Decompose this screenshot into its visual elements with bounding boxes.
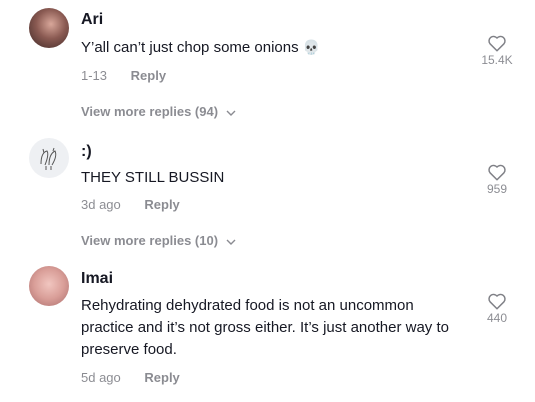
comment-text: THEY STILL BUSSIN bbox=[81, 169, 225, 186]
reply-button[interactable]: Reply bbox=[131, 68, 166, 83]
comment-date: 5d ago bbox=[81, 370, 121, 385]
comment-meta: 3d ago Reply bbox=[81, 197, 180, 212]
chevron-down-icon bbox=[226, 239, 236, 245]
view-more-replies-label: View more replies (94) bbox=[81, 104, 219, 119]
like-group: 440 bbox=[477, 292, 517, 325]
avatar[interactable] bbox=[29, 8, 69, 48]
flower-drawing-icon bbox=[40, 147, 57, 170]
comment-text-line: practice and it’s not gross either. It’s… bbox=[81, 319, 449, 336]
like-group: 15.4K bbox=[477, 34, 517, 67]
like-count: 440 bbox=[486, 311, 508, 325]
comment-text-line: Rehydrating dehydrated food is not an un… bbox=[81, 297, 414, 314]
comment-date: 1-13 bbox=[81, 68, 108, 83]
comment-author[interactable]: :) bbox=[81, 143, 92, 161]
avatar[interactable] bbox=[29, 138, 69, 178]
comment-text: Y’all can’t just chop some onions 💀 bbox=[81, 36, 320, 59]
reply-button[interactable]: Reply bbox=[144, 370, 179, 385]
comment-text: Rehydrating dehydrated food is not an un… bbox=[81, 295, 449, 361]
view-more-replies[interactable]: View more replies (10) bbox=[81, 233, 236, 248]
comment-text-line: preserve food. bbox=[81, 341, 177, 358]
view-more-replies[interactable]: View more replies (94) bbox=[81, 104, 236, 119]
heart-icon[interactable] bbox=[487, 163, 507, 181]
reply-button[interactable]: Reply bbox=[144, 197, 179, 212]
heart-icon[interactable] bbox=[487, 34, 507, 52]
chevron-down-icon bbox=[226, 110, 236, 116]
view-more-replies-label: View more replies (10) bbox=[81, 233, 219, 248]
heart-icon[interactable] bbox=[487, 292, 507, 310]
comment-author[interactable]: Ari bbox=[81, 11, 103, 29]
comment-author[interactable]: Imai bbox=[81, 270, 113, 288]
like-count: 959 bbox=[486, 182, 508, 196]
comment-meta: 5d ago Reply bbox=[81, 370, 180, 385]
avatar[interactable] bbox=[29, 266, 69, 306]
comment-text-body: Y’all can’t just chop some onions bbox=[81, 39, 299, 56]
skull-emoji: 💀 bbox=[302, 39, 321, 55]
like-group: 959 bbox=[477, 163, 517, 196]
comment-meta: 1-13 Reply bbox=[81, 68, 166, 83]
comment-date: 3d ago bbox=[81, 197, 121, 212]
like-count: 15.4K bbox=[481, 53, 513, 67]
